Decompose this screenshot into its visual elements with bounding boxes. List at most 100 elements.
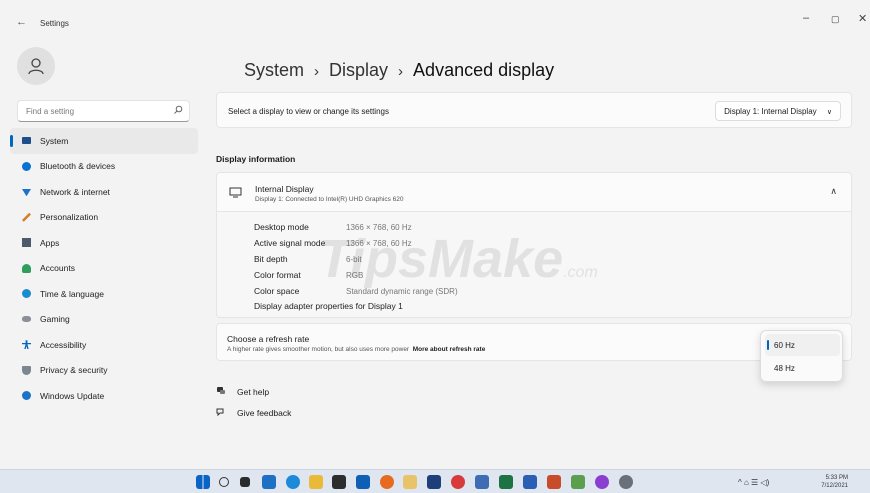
give-feedback-label: Give feedback <box>237 408 292 418</box>
powerpoint-icon[interactable] <box>547 475 561 489</box>
info-value: 6-bit <box>346 255 362 264</box>
sidebar-item-gaming[interactable]: Gaming <box>10 307 198 333</box>
firefox-icon[interactable] <box>380 475 394 489</box>
info-row-bit-depth: Bit depth 6-bit <box>254 254 362 264</box>
sidebar: System Bluetooth & devices Network & int… <box>10 128 198 409</box>
sidebar-item-system[interactable]: System <box>10 128 198 154</box>
sidebar-item-accounts[interactable]: Accounts <box>10 256 198 282</box>
info-key: Color space <box>254 286 300 296</box>
monitor-icon <box>22 137 31 145</box>
breadcrumb-display[interactable]: Display <box>329 60 388 80</box>
sidebar-item-label: Accounts <box>40 263 75 274</box>
wifi-icon <box>22 189 31 197</box>
get-help-link[interactable]: Get help <box>216 386 269 398</box>
photos-icon[interactable] <box>571 475 585 489</box>
search-icon[interactable] <box>219 477 229 487</box>
sidebar-item-label: Time & language <box>40 288 104 299</box>
folder-icon[interactable] <box>403 475 417 489</box>
sidebar-item-label: Bluetooth & devices <box>40 161 116 172</box>
chevron-up-icon[interactable]: ∧ <box>830 186 837 197</box>
sidebar-item-apps[interactable]: Apps <box>10 230 198 256</box>
refresh-option-48hz[interactable]: 48 Hz <box>765 357 840 379</box>
search-placeholder: Find a setting <box>26 107 75 116</box>
info-key: Color format <box>254 270 301 280</box>
word-icon[interactable] <box>523 475 537 489</box>
breadcrumb-separator: › <box>314 63 320 80</box>
sidebar-item-privacy[interactable]: Privacy & security <box>10 358 198 384</box>
refresh-rate-learn-more-link[interactable]: More about refresh rate <box>413 346 486 353</box>
get-help-label: Get help <box>237 387 270 397</box>
globe-icon <box>22 289 31 299</box>
clock-time: 5:33 PM <box>825 475 848 481</box>
mail-icon[interactable] <box>356 475 370 489</box>
info-key: Active signal mode <box>254 238 326 248</box>
display-subtitle: Display 1: Connected to Intel(R) UHD Gra… <box>255 196 404 203</box>
info-key: Desktop mode <box>254 222 309 232</box>
clock-date: 7/12/2021 <box>821 483 848 489</box>
back-arrow-icon[interactable]: ← <box>16 16 27 28</box>
refresh-option-60hz[interactable]: 60 Hz <box>765 334 840 356</box>
person-icon <box>22 263 31 273</box>
select-display-label: Select a display to view or change its s… <box>228 107 389 116</box>
info-key: Bit depth <box>254 254 288 264</box>
sidebar-item-time-language[interactable]: Time & language <box>10 281 198 307</box>
page-title: Advanced display <box>413 60 555 80</box>
controller-icon <box>22 316 31 323</box>
sidebar-item-accessibility[interactable]: Accessibility <box>10 332 198 358</box>
apps-icon <box>22 238 31 248</box>
sidebar-item-label: Network & internet <box>40 186 110 197</box>
start-icon[interactable] <box>196 475 210 489</box>
sidebar-item-label: Accessibility <box>40 339 87 350</box>
avatar[interactable] <box>17 47 55 85</box>
store-icon[interactable] <box>309 475 323 489</box>
messenger-icon[interactable] <box>595 475 609 489</box>
display-dropdown-value: Display 1: Internal Display <box>724 107 817 116</box>
sidebar-item-label: Gaming <box>40 314 70 325</box>
sidebar-item-label: Apps <box>40 237 60 248</box>
refresh-rate-subtitle: A higher rate gives smoother motion, but… <box>227 346 485 353</box>
breadcrumb-system[interactable]: System <box>244 60 304 80</box>
minimize-button[interactable]: – <box>803 12 809 24</box>
sidebar-item-label: Privacy & security <box>40 365 108 376</box>
widgets-icon[interactable] <box>262 475 276 489</box>
task-view-icon[interactable] <box>240 477 250 487</box>
chevron-down-icon: ∨ <box>826 109 832 116</box>
refresh-rate-title: Choose a refresh rate <box>227 334 310 344</box>
edge-icon[interactable] <box>286 475 300 489</box>
close-button[interactable]: ✕ <box>858 12 867 25</box>
display-dropdown[interactable]: Display 1: Internal Display ∨ <box>715 101 841 121</box>
breadcrumb-separator: › <box>398 63 404 80</box>
settings-gear-icon[interactable] <box>619 475 633 489</box>
display-info-header[interactable]: Internal Display Display 1: Connected to… <box>216 172 852 212</box>
breadcrumb: System › Display › Advanced display <box>244 60 554 81</box>
sidebar-item-network[interactable]: Network & internet <box>10 179 198 205</box>
display-info-details: Desktop mode 1366 × 768, 60 Hz Active sig… <box>216 212 852 318</box>
search-input[interactable]: Find a setting <box>17 100 190 122</box>
clock[interactable]: 5:33 PM 7/12/2021 <box>821 474 848 490</box>
refresh-rate-card: Choose a refresh rate A higher rate give… <box>216 323 852 361</box>
display-name: Internal Display <box>255 184 314 194</box>
search-icon <box>174 105 183 114</box>
give-feedback-link[interactable]: Give feedback <box>216 407 291 419</box>
select-display-card: Select a display to view or change its s… <box>216 92 852 128</box>
monitor-icon <box>229 187 242 198</box>
info-row-color-space: Color space Standard dynamic range (SDR) <box>254 286 458 296</box>
info-value: Standard dynamic range (SDR) <box>346 287 458 296</box>
sidebar-item-windows-update[interactable]: Windows Update <box>10 383 198 409</box>
app-title: Settings <box>40 19 69 28</box>
sidebar-item-personalization[interactable]: Personalization <box>10 205 198 231</box>
feedback-icon <box>216 407 230 419</box>
adapter-properties-link[interactable]: Display adapter properties for Display 1 <box>254 301 403 311</box>
sidebar-item-bluetooth[interactable]: Bluetooth & devices <box>10 154 198 180</box>
excel-icon[interactable] <box>499 475 513 489</box>
chrome-icon[interactable] <box>451 475 465 489</box>
accessibility-icon <box>22 340 31 350</box>
taskbar: ^ ⌂ ☰ ◁) 5:33 PM 7/12/2021 <box>0 469 870 493</box>
system-tray-icons[interactable]: ^ ⌂ ☰ ◁) <box>738 478 769 487</box>
maximize-button[interactable]: ▢ <box>831 14 840 25</box>
notes-icon[interactable] <box>475 475 489 489</box>
help-icon <box>216 386 230 398</box>
briefcase-icon[interactable] <box>332 475 346 489</box>
info-value: 1366 × 768, 60 Hz <box>346 239 412 248</box>
photoshop-icon[interactable] <box>427 475 441 489</box>
